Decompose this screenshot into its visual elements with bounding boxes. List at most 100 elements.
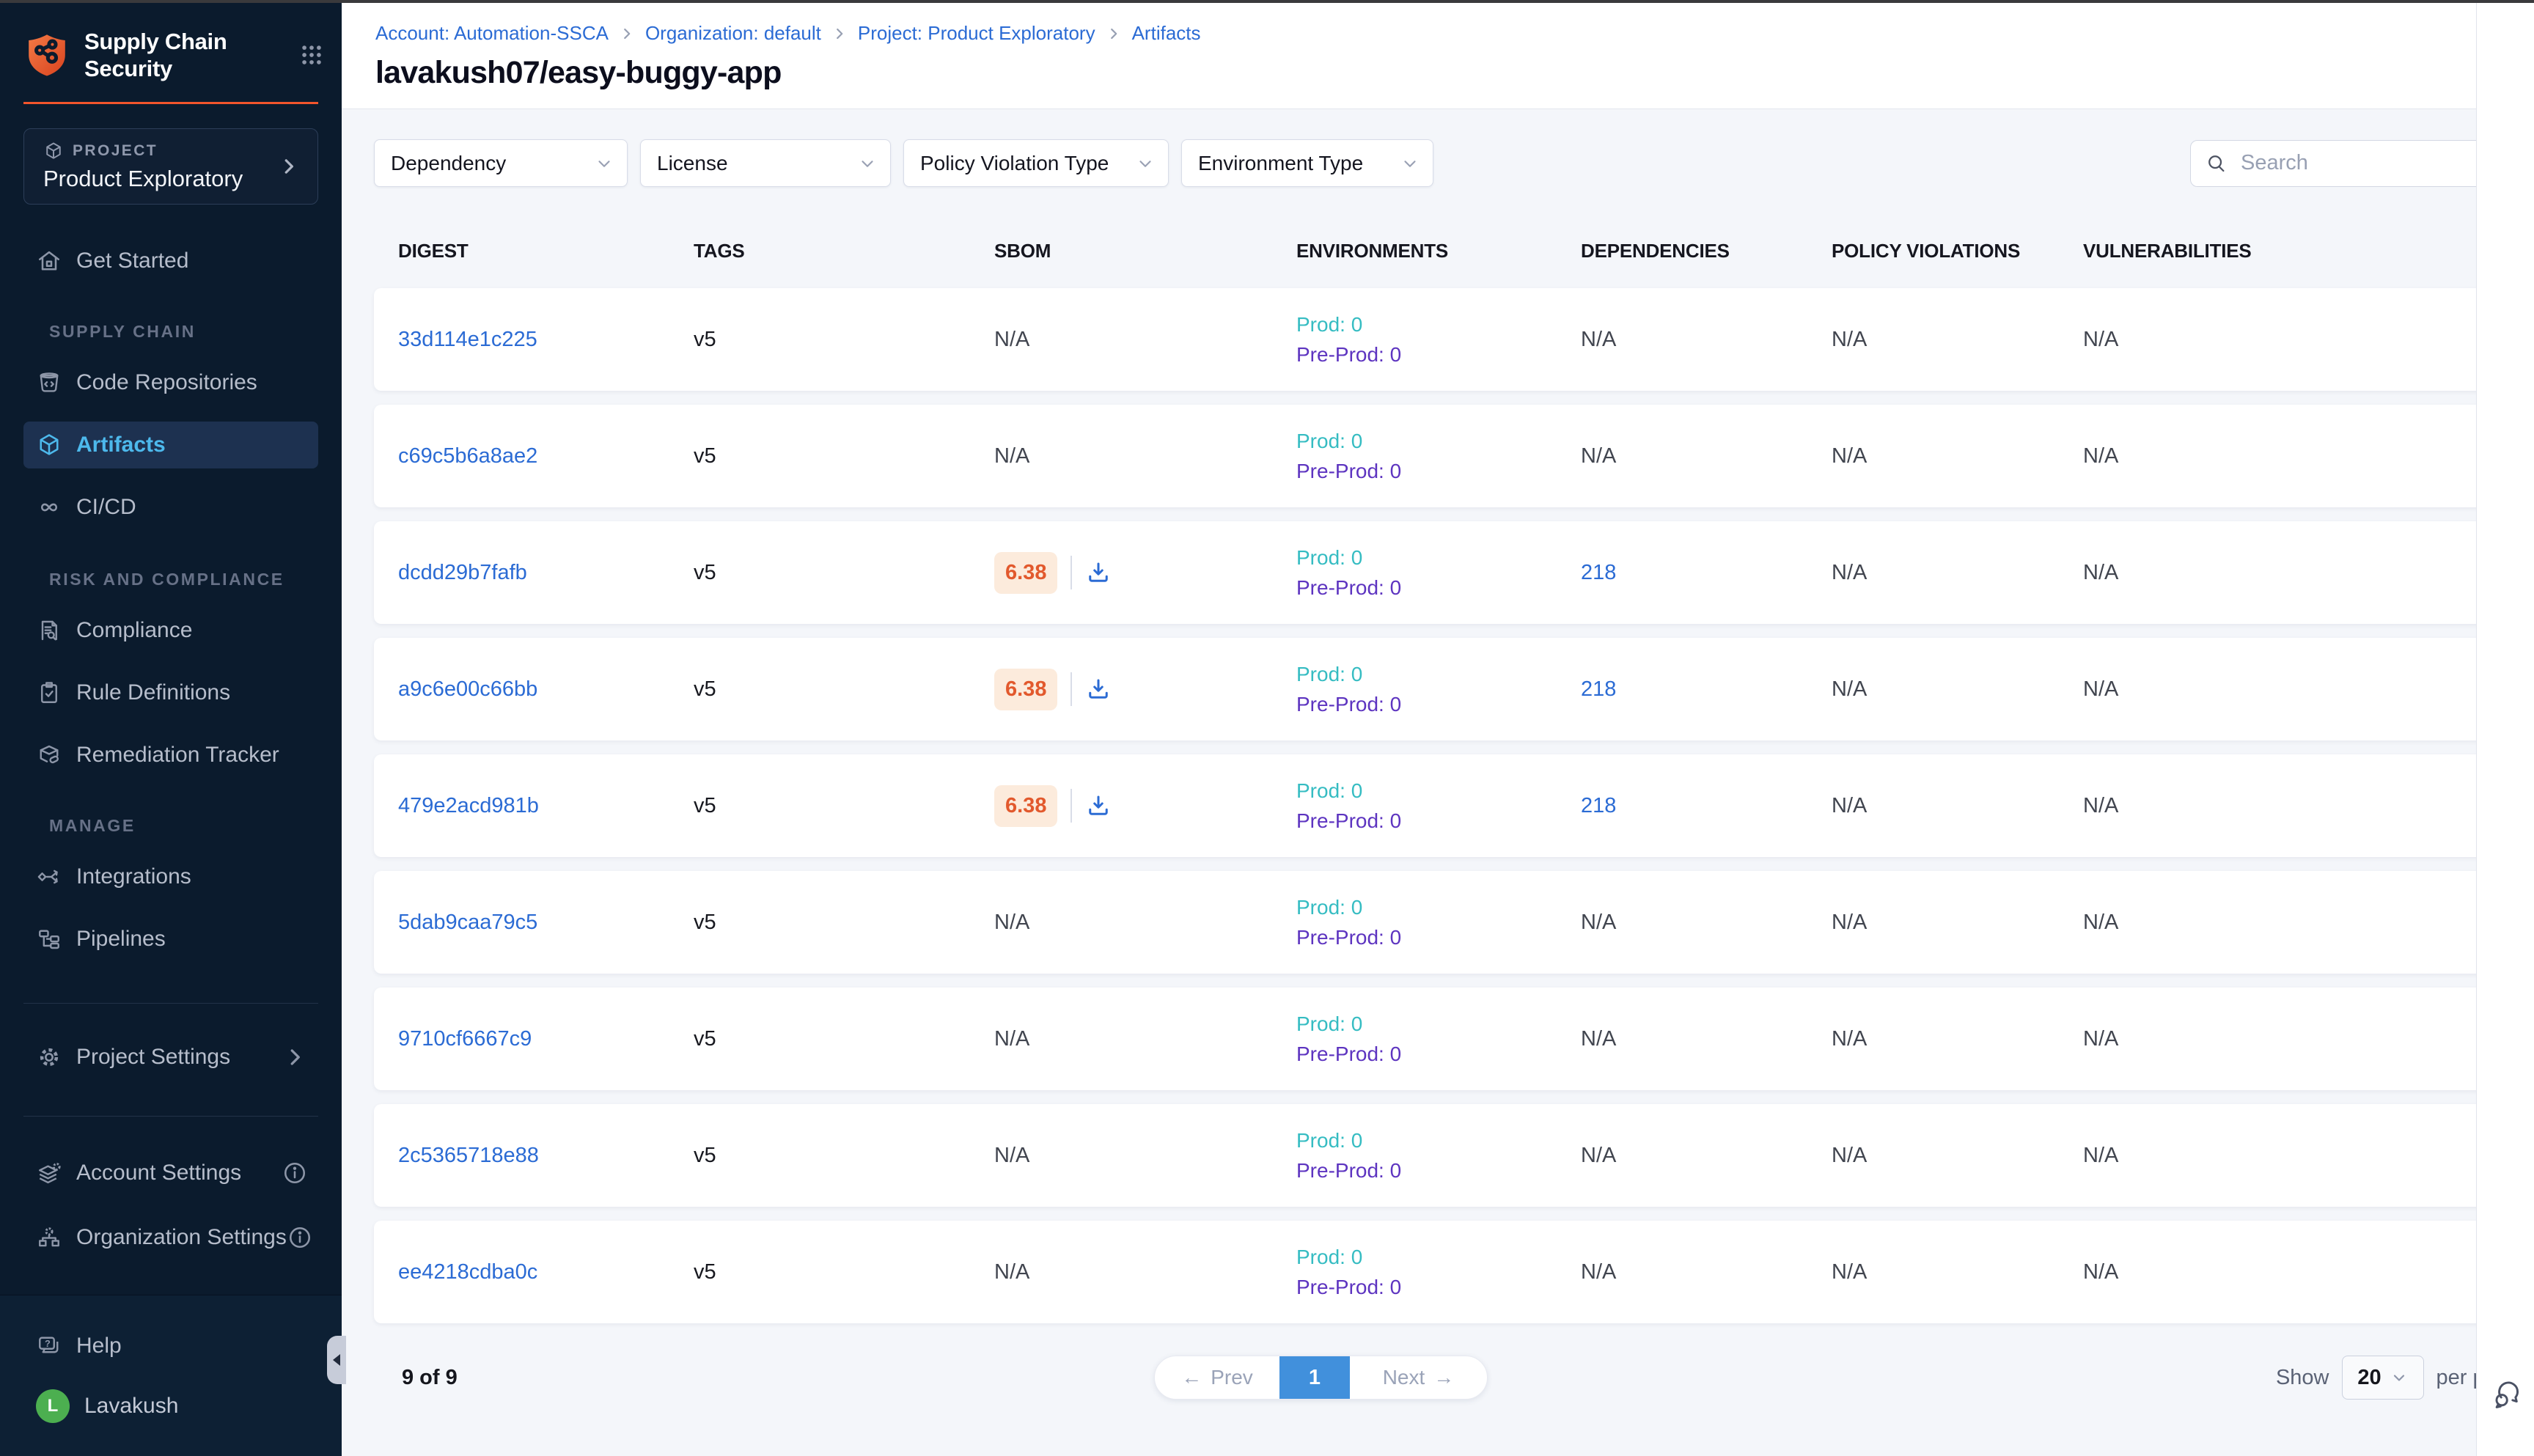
vulnerabilities-value: N/A [2083, 911, 2522, 935]
env-preprod-value: Pre-Prod: 0 [1296, 809, 1581, 833]
policy-violation-type-filter[interactable]: Policy Violation Type [903, 139, 1169, 187]
dependencies-na-value: N/A [1581, 444, 1616, 468]
column-header-dependencies: DEPENDENCIES [1581, 240, 1832, 262]
chevron-right-icon [831, 26, 848, 42]
sidebar-item-account-settings[interactable]: Account Settings [23, 1150, 318, 1196]
clipboard-check-icon [36, 680, 62, 706]
sidebar-item-integrations[interactable]: Integrations [23, 853, 318, 900]
sbom-na-value: N/A [994, 1027, 1029, 1051]
search-icon [2206, 152, 2228, 174]
pager: ←Prev 1 Next→ [1154, 1356, 1488, 1400]
tag-value: v5 [694, 1144, 994, 1168]
digest-link[interactable]: 479e2acd981b [398, 794, 539, 817]
code-repository-icon [36, 369, 62, 396]
sidebar-divider [23, 1003, 318, 1004]
chevron-right-icon [619, 26, 635, 42]
page-number-button[interactable]: 1 [1279, 1356, 1350, 1399]
sbom-download-button[interactable] [1085, 793, 1112, 819]
breadcrumb-project[interactable]: Project: Product Exploratory [858, 22, 1095, 45]
dependencies-link[interactable]: 218 [1581, 677, 1616, 701]
content: Dependency License Policy Violation Type… [342, 139, 2534, 1400]
sidebar-item-project-settings[interactable]: Project Settings [23, 1034, 318, 1081]
policy-violations-value: N/A [1832, 561, 2083, 585]
dependencies-na-value: N/A [1581, 1260, 1616, 1284]
breadcrumb-artifacts[interactable]: Artifacts [1132, 22, 1201, 45]
chat-support-icon[interactable] [2490, 1378, 2522, 1411]
info-icon[interactable] [287, 1224, 313, 1251]
digest-link[interactable]: dcdd29b7fafb [398, 561, 527, 584]
dependencies-link[interactable]: 218 [1581, 561, 1616, 584]
sidebar-item-label: Project Settings [76, 1045, 230, 1070]
sidebar-item-get-started[interactable]: Get Started [23, 238, 318, 284]
sbom-na-value: N/A [994, 328, 1029, 351]
sidebar-collapse-handle[interactable] [327, 1336, 346, 1384]
env-prod-value: Prod: 0 [1296, 1012, 1581, 1036]
sidebar-item-pipelines[interactable]: Pipelines [23, 916, 318, 963]
env-prod-value: Prod: 0 [1296, 1129, 1581, 1152]
document-search-icon [36, 617, 62, 644]
sidebar-item-rule-definitions[interactable]: Rule Definitions [23, 669, 318, 716]
chevron-right-icon [282, 1044, 308, 1070]
sbom-download-button[interactable] [1085, 676, 1112, 702]
info-icon[interactable] [282, 1160, 308, 1186]
sidebar-item-help[interactable]: ? Help [23, 1323, 318, 1369]
sidebar-item-remediation-tracker[interactable]: Remediation Tracker [23, 732, 318, 779]
env-preprod-value: Pre-Prod: 0 [1296, 460, 1581, 483]
table-row: 33d114e1c225 v5 N/A Prod: 0Pre-Prod: 0 N… [374, 288, 2522, 391]
next-page-button[interactable]: Next→ [1350, 1356, 1487, 1399]
svg-text:?: ? [45, 1338, 51, 1349]
policy-violations-value: N/A [1832, 911, 2083, 935]
sidebar-item-code-repositories[interactable]: Code Repositories [23, 359, 318, 406]
license-filter-label: License [657, 152, 728, 175]
license-filter[interactable]: License [640, 139, 891, 187]
env-preprod-value: Pre-Prod: 0 [1296, 343, 1581, 367]
digest-link[interactable]: 9710cf6667c9 [398, 1027, 532, 1051]
sidebar-item-ci-cd[interactable]: CI/CD [23, 484, 318, 531]
sidebar-item-organization-settings[interactable]: Organization Settings [23, 1214, 318, 1261]
policy-violations-value: N/A [1832, 444, 2083, 468]
sidebar-item-artifacts[interactable]: Artifacts [23, 422, 318, 468]
sbom-na-value: N/A [994, 911, 1029, 934]
digest-link[interactable]: ee4218cdba0c [398, 1260, 537, 1284]
policy-violations-value: N/A [1832, 328, 2083, 352]
sbom-download-button[interactable] [1085, 559, 1112, 586]
env-prod-value: Prod: 0 [1296, 1246, 1581, 1269]
vulnerabilities-value: N/A [2083, 561, 2522, 585]
sidebar-item-label: Rule Definitions [76, 680, 230, 705]
vulnerabilities-value: N/A [2083, 444, 2522, 468]
user-menu[interactable]: L Lavakush [36, 1389, 318, 1423]
divider [1070, 789, 1072, 823]
vulnerabilities-value: N/A [2083, 1027, 2522, 1051]
breadcrumb-organization[interactable]: Organization: default [645, 22, 821, 45]
sbom-na-value: N/A [994, 1260, 1029, 1284]
policy-violations-value: N/A [1832, 794, 2083, 818]
page-size-select[interactable]: 20 [2342, 1356, 2424, 1400]
digest-link[interactable]: 33d114e1c225 [398, 328, 537, 351]
dependency-filter-label: Dependency [391, 152, 506, 175]
dependencies-link[interactable]: 218 [1581, 794, 1616, 817]
environment-type-filter[interactable]: Environment Type [1181, 139, 1433, 187]
digest-link[interactable]: 5dab9caa79c5 [398, 911, 537, 934]
policy-violations-value: N/A [1832, 1144, 2083, 1168]
vulnerabilities-value: N/A [2083, 794, 2522, 818]
digest-link[interactable]: a9c6e00c66bb [398, 677, 537, 701]
project-selector[interactable]: PROJECT Product Exploratory [23, 128, 318, 205]
env-prod-value: Prod: 0 [1296, 430, 1581, 453]
breadcrumb-account[interactable]: Account: Automation-SSCA [375, 22, 609, 45]
chevron-down-icon [1400, 154, 1420, 173]
env-preprod-value: Pre-Prod: 0 [1296, 693, 1581, 716]
dependency-filter[interactable]: Dependency [374, 139, 628, 187]
digest-link[interactable]: 2c5365718e88 [398, 1144, 539, 1167]
page-size-value: 20 [2357, 1366, 2381, 1390]
artifact-rows: 33d114e1c225 v5 N/A Prod: 0 Pre-Prod: 0 N… [374, 288, 2522, 1323]
digest-link[interactable]: c69c5b6a8ae2 [398, 444, 537, 468]
chevron-down-icon [595, 154, 614, 173]
chevron-down-icon [1136, 154, 1155, 173]
prev-page-button[interactable]: ←Prev [1155, 1356, 1279, 1399]
app-grid-icon[interactable] [299, 43, 324, 67]
sidebar-footer: ? Help L Lavakush [0, 1295, 342, 1456]
sidebar-item-compliance[interactable]: Compliance [23, 607, 318, 654]
env-prod-value: Prod: 0 [1296, 779, 1581, 803]
search-input[interactable] [2241, 151, 2493, 175]
dependencies-na-value: N/A [1581, 1144, 1616, 1167]
